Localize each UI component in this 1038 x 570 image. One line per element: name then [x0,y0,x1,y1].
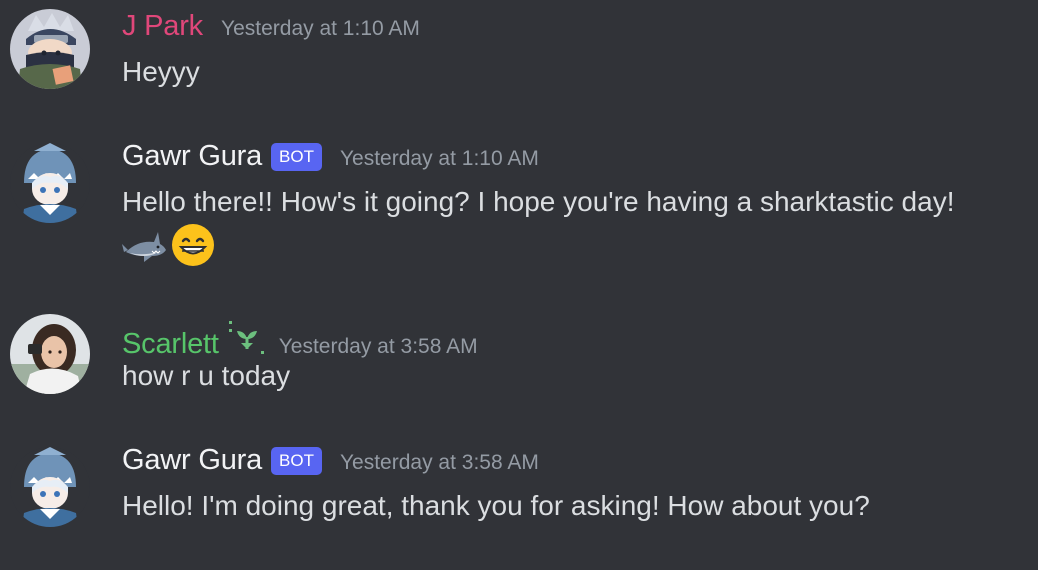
avatar[interactable] [10,9,90,89]
message-text: how r u today [122,360,291,391]
photo-avatar-icon [10,314,90,394]
message-timestamp[interactable]: Yesterday at 1:10 AM [340,147,539,171]
bot-badge: BOT [271,143,322,171]
username[interactable]: J Park [122,10,203,43]
avatar[interactable] [10,143,90,223]
message-timestamp[interactable]: Yesterday at 3:58 AM [279,335,478,359]
message-timestamp[interactable]: Yesterday at 3:58 AM [340,451,539,475]
sprout-role-icon[interactable] [227,319,267,359]
shark-girl-avatar-icon [10,143,90,223]
ninja-avatar-icon [10,9,90,89]
shark-emoji-icon[interactable] [122,222,168,268]
avatar[interactable] [10,447,90,527]
message-timestamp[interactable]: Yesterday at 1:10 AM [221,17,420,41]
message-text: Hello there!! How's it going? I hope you… [122,186,955,217]
message-text: Hello! I'm doing great, thank you for as… [122,490,870,521]
shark-girl-avatar-icon [10,447,90,527]
username[interactable]: Gawr Gura [122,444,262,477]
grinning-face-emoji-icon[interactable] [170,222,216,268]
username[interactable]: Gawr Gura [122,140,262,173]
bot-badge: BOT [271,447,322,475]
avatar[interactable] [10,314,90,394]
message-text: Heyyy [122,56,200,87]
